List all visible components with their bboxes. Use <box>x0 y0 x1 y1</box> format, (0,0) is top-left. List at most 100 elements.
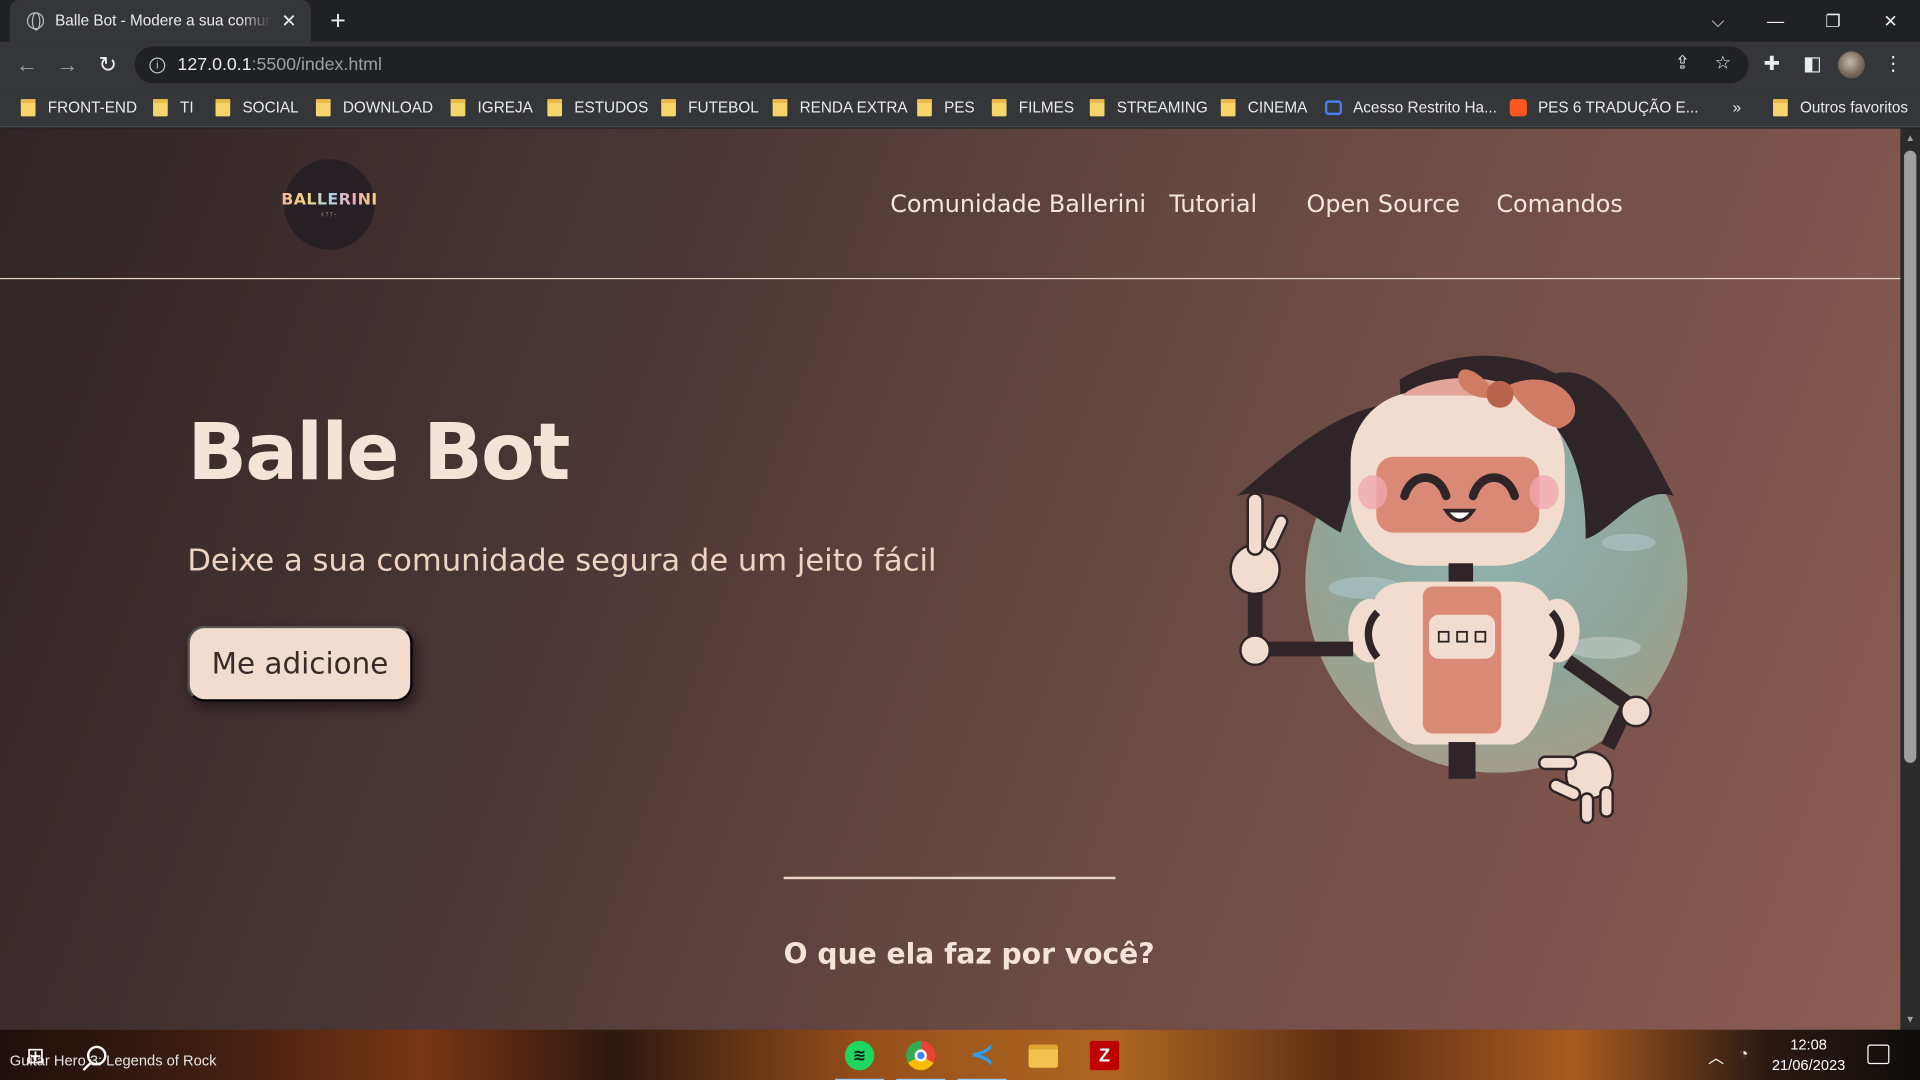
tray-chevron-icon[interactable]: ︿ <box>1708 1044 1724 1067</box>
header-divider <box>0 277 1901 280</box>
folder-icon <box>991 99 1007 117</box>
url-host: 127.0.0.1 <box>177 55 252 75</box>
vscode-icon[interactable]: ≺ <box>953 1035 1012 1080</box>
folder-icon <box>20 99 36 117</box>
bookmark-item[interactable]: SOCIAL <box>215 97 299 119</box>
blogger-icon <box>1509 99 1527 117</box>
forward-icon[interactable]: → <box>51 50 83 79</box>
bookmark-label: DOWNLOAD <box>342 99 434 117</box>
folder-icon <box>153 99 168 117</box>
robot-mascot-illustration <box>1229 355 1688 825</box>
browser-tab[interactable]: Balle Bot - Modere a sua comunidade ✕ <box>9 0 312 42</box>
bookmarks-bar: FRONT-END TI SOCIAL DOWNLOAD IGREJA ESTU… <box>0 88 1920 128</box>
bookmark-label: Acesso Restrito Ha... <box>1353 99 1497 117</box>
bookmark-label: STREAMING <box>1116 99 1208 117</box>
filezilla-icon[interactable]: Z <box>1075 1035 1134 1077</box>
new-tab-button[interactable]: + <box>324 5 351 37</box>
bookmark-item[interactable]: PES 6 TRADUÇÃO E... <box>1509 97 1699 119</box>
add-bot-button[interactable]: Me adicione <box>187 625 413 702</box>
bookmark-item[interactable]: FUTEBOL <box>661 97 759 119</box>
scroll-down-icon[interactable]: ▼ <box>1900 1010 1920 1030</box>
site-info-icon[interactable]: i <box>149 56 166 73</box>
browser-toolbar: ← → ↻ i 127.0.0.1:5500/index.html ⇪ ☆ ✚ … <box>0 41 1920 89</box>
bookmark-item[interactable]: PES <box>917 97 975 119</box>
side-panel-icon[interactable]: ◧ <box>1798 50 1827 79</box>
profile-avatar[interactable] <box>1837 51 1865 79</box>
globe-icon <box>26 12 45 31</box>
scroll-up-icon[interactable]: ▲ <box>1900 129 1920 149</box>
notification-center-icon[interactable] <box>1867 1044 1890 1065</box>
bookmark-item[interactable]: FILMES <box>991 97 1075 119</box>
bookmark-label: TI <box>180 99 194 117</box>
folder-icon <box>547 99 563 117</box>
share-icon[interactable]: ⇪ <box>1669 50 1696 77</box>
search-icon[interactable] <box>78 1037 115 1074</box>
folder-icon <box>661 99 676 117</box>
folder-icon <box>315 99 331 117</box>
folder-icon <box>1773 99 1788 117</box>
hero-subtitle: Deixe a sua comunidade segura de um jeit… <box>187 542 937 578</box>
tab-close-icon[interactable]: ✕ <box>279 10 299 32</box>
folder-icon <box>917 99 932 117</box>
bookmark-label: ESTUDOS <box>574 99 649 117</box>
address-bar[interactable]: i 127.0.0.1:5500/index.html <box>134 46 1749 84</box>
menu-icon[interactable]: ⋮ <box>1878 50 1907 79</box>
hero-title: Balle Bot <box>187 407 570 499</box>
bookmark-label: PES <box>944 99 975 117</box>
spotify-icon[interactable]: ≋ <box>830 1035 889 1080</box>
bookmark-label: FILMES <box>1018 99 1075 117</box>
reload-icon[interactable]: ↻ <box>92 50 124 79</box>
bookmark-item[interactable]: Acesso Restrito Ha... <box>1324 97 1497 119</box>
site-logo[interactable]: BALLERINI ﾒﾌﾌｰ <box>281 159 377 250</box>
bookmark-item[interactable]: DOWNLOAD <box>315 97 434 119</box>
other-bookmarks-folder[interactable]: Outros favoritos <box>1773 97 1908 119</box>
bookmark-item[interactable]: RENDA EXTRA <box>772 97 908 119</box>
browser-tab-strip: Balle Bot - Modere a sua comunidade ✕ + … <box>0 0 1920 42</box>
page-scrollbar[interactable]: ▲ ▼ <box>1900 128 1920 1030</box>
restore-button[interactable]: ❐ <box>1805 0 1861 42</box>
bookmark-label: SOCIAL <box>242 99 299 117</box>
bookmark-star-icon[interactable]: ☆ <box>1709 50 1736 77</box>
site-favicon <box>1324 100 1343 116</box>
file-explorer-icon[interactable] <box>1014 1035 1073 1077</box>
bookmark-item[interactable]: STREAMING <box>1089 97 1208 119</box>
back-icon[interactable]: ← <box>11 50 43 79</box>
bookmark-item[interactable]: TI <box>153 97 194 119</box>
windows-taskbar: Guitar Hero 3: Legends of Rock ⊞ ≋ ≺ Z ︿… <box>0 1029 1920 1080</box>
wifi-icon[interactable]: ◔ <box>1739 1044 1749 1062</box>
bookmark-label: FRONT-END <box>47 99 138 117</box>
close-window-button[interactable]: ✕ <box>1862 0 1918 42</box>
bookmark-item[interactable]: ESTUDOS <box>547 97 648 119</box>
bookmark-label: FUTEBOL <box>688 99 759 117</box>
bookmark-item[interactable]: FRONT-END <box>20 97 138 119</box>
minimize-button[interactable]: — <box>1747 0 1803 42</box>
tab-title: Balle Bot - Modere a sua comunidade <box>55 12 272 30</box>
section-divider <box>783 876 1116 880</box>
clock-date: 21/06/2023 <box>1771 1056 1846 1074</box>
clock-time: 12:08 <box>1790 1035 1827 1054</box>
folder-icon <box>1220 99 1236 117</box>
folder-icon <box>215 99 231 117</box>
nav-link-comunidade[interactable]: Comunidade Ballerini <box>890 190 1146 218</box>
section-title: O que ela faz por você? <box>783 939 1155 972</box>
bookmarks-overflow-button[interactable]: » <box>1733 97 1742 119</box>
bookmark-item[interactable]: IGREJA <box>450 97 533 119</box>
windows-start-icon[interactable]: ⊞ <box>17 1037 54 1074</box>
nav-link-open-source[interactable]: Open Source <box>1307 190 1460 218</box>
tab-search-icon[interactable]: ⌵ <box>1690 0 1746 42</box>
bookmark-label: Outros favoritos <box>1800 99 1909 117</box>
nav-link-tutorial[interactable]: Tutorial <box>1169 190 1257 218</box>
nav-link-comandos[interactable]: Comandos <box>1496 190 1623 218</box>
scrollbar-thumb[interactable] <box>1904 150 1917 763</box>
extensions-icon[interactable]: ✚ <box>1757 50 1786 79</box>
url-path: :5500/index.html <box>251 55 382 75</box>
bookmark-label: RENDA EXTRA <box>799 99 908 117</box>
system-clock[interactable]: 12:08 21/06/2023 <box>1763 1035 1854 1077</box>
web-page: BALLERINI ﾒﾌﾌｰ Comunidade Ballerini Tuto… <box>0 128 1901 1030</box>
folder-icon <box>450 99 466 117</box>
folder-icon <box>772 99 788 117</box>
chrome-icon[interactable] <box>891 1035 950 1080</box>
bookmark-label: PES 6 TRADUÇÃO E... <box>1537 99 1699 117</box>
bookmark-label: IGREJA <box>477 99 533 117</box>
bookmark-item[interactable]: CINEMA <box>1220 97 1307 119</box>
